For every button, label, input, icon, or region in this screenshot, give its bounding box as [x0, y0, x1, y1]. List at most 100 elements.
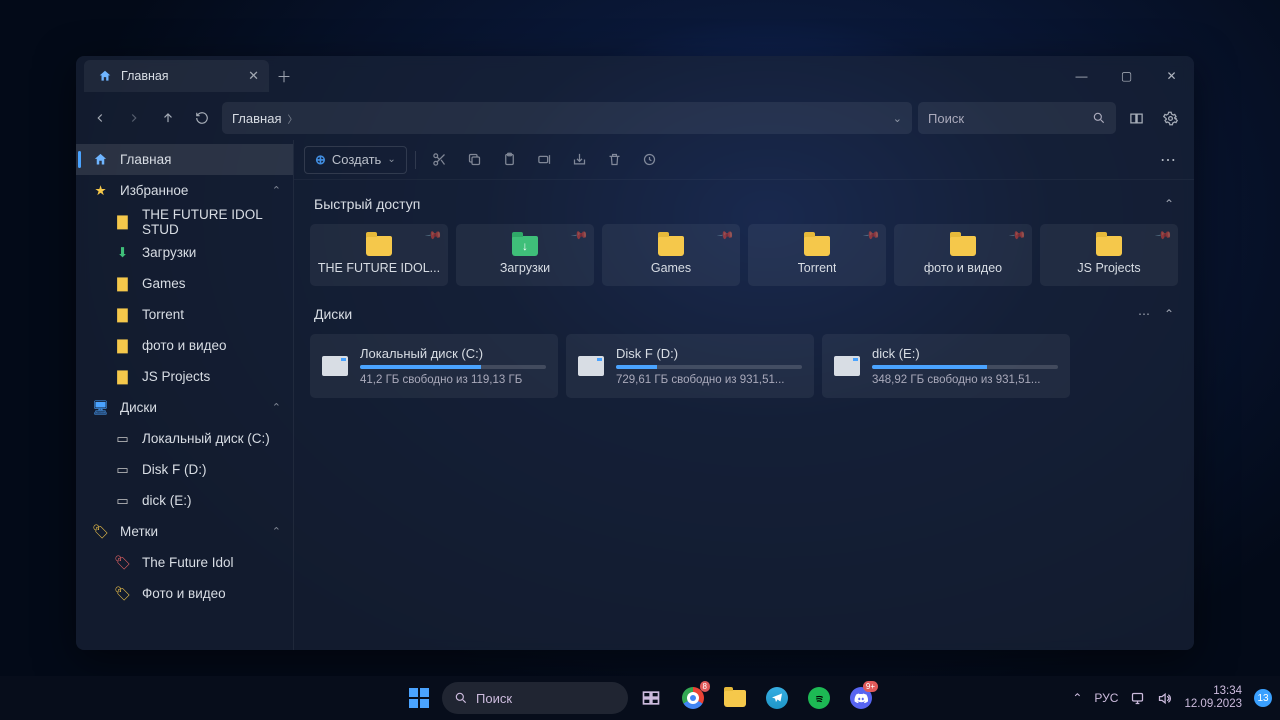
create-label: Создать [332, 152, 381, 167]
properties-button[interactable] [634, 146, 665, 174]
sidebar-label: Локальный диск (C:) [142, 431, 270, 446]
tab-home[interactable]: Главная ✕ [84, 60, 269, 92]
drive-icon [834, 356, 860, 376]
cut-button[interactable] [424, 146, 455, 174]
task-view-button[interactable] [632, 679, 670, 717]
new-tab-button[interactable]: ＋ [269, 66, 299, 87]
start-button[interactable] [400, 679, 438, 717]
quick-access-item[interactable]: 📌Games [602, 224, 740, 286]
forward-button[interactable] [120, 104, 148, 132]
sidebar-label: Disk F (D:) [142, 462, 207, 477]
sidebar-disk-item[interactable]: ▭Локальный диск (C:) [76, 423, 293, 454]
up-button[interactable] [154, 104, 182, 132]
item-label: фото и видео [924, 261, 1002, 275]
collapse-icon[interactable]: ⌃ [1164, 307, 1174, 321]
drive-item[interactable]: Disk F (D:) 729,61 ГБ свободно из 931,51… [566, 334, 814, 398]
sidebar-fav-item[interactable]: ▇Torrent [76, 299, 293, 330]
windows-logo-icon [409, 688, 429, 708]
search-input[interactable]: Поиск [918, 102, 1116, 134]
quick-access-item[interactable]: 📌 Загрузки [456, 224, 594, 286]
drive-item[interactable]: Локальный диск (C:) 41,2 ГБ свободно из … [310, 334, 558, 398]
drive-item[interactable]: dick (E:) 348,92 ГБ свободно из 931,51..… [822, 334, 1070, 398]
language-indicator[interactable]: РУС [1094, 691, 1118, 705]
more-button[interactable]: ⋯ [1154, 150, 1184, 170]
taskbar-app-telegram[interactable] [758, 679, 796, 717]
split-view-button[interactable] [1122, 104, 1150, 132]
sidebar-favorites[interactable]: ★ Избранное ⌃ [76, 175, 293, 206]
sidebar-tags[interactable]: 🏷 Метки ⌃ [76, 516, 293, 547]
back-button[interactable] [86, 104, 114, 132]
section-title: Быстрый доступ [314, 196, 420, 212]
file-explorer-window: Главная ✕ ＋ ― ▢ ✕ Главная 〉 [76, 56, 1194, 650]
volume-icon[interactable] [1157, 691, 1172, 706]
chevron-up-icon[interactable]: ⌃ [272, 401, 281, 414]
folder-icon [366, 236, 392, 256]
item-label: Загрузки [500, 261, 550, 275]
taskbar-app-chrome[interactable]: 8 [674, 679, 712, 717]
quick-access-item[interactable]: 📌JS Projects [1040, 224, 1178, 286]
folder-icon [724, 690, 746, 707]
copy-button[interactable] [459, 146, 490, 174]
drives-row: Локальный диск (C:) 41,2 ГБ свободно из … [310, 334, 1178, 398]
rename-button[interactable] [529, 146, 560, 174]
tray-overflow-icon[interactable]: ⌃ [1072, 691, 1082, 705]
delete-button[interactable] [599, 146, 630, 174]
sidebar-label: Загрузки [142, 245, 196, 260]
tag-icon: 🏷 [114, 585, 131, 602]
app-badge: 9+ [863, 681, 878, 692]
collapse-icon[interactable]: ⌃ [1164, 197, 1174, 211]
taskbar-app-explorer[interactable] [716, 679, 754, 717]
sidebar-fav-item[interactable]: ▇ фото и видео [76, 330, 293, 361]
address-dropdown-icon[interactable]: ⌄ [893, 112, 902, 125]
network-icon[interactable] [1130, 691, 1145, 706]
item-label: JS Projects [1077, 261, 1140, 275]
sidebar-fav-item[interactable]: ⬇Загрузки [76, 237, 293, 268]
share-button[interactable] [564, 146, 595, 174]
sidebar-fav-item[interactable]: ▇JS Projects [76, 361, 293, 392]
drive-usage-bar [616, 365, 802, 369]
sidebar-disk-item[interactable]: ▭dick (E:) [76, 485, 293, 516]
sidebar-label: Диски [120, 400, 157, 415]
quick-access-item[interactable]: 📌Torrent [748, 224, 886, 286]
taskbar-app-spotify[interactable] [800, 679, 838, 717]
paste-button[interactable] [494, 146, 525, 174]
tag-icon: 🏷 [92, 523, 109, 540]
sidebar-tag-item[interactable]: 🏷The Future Idol [76, 547, 293, 578]
sidebar-label: The Future Idol [142, 555, 234, 570]
maximize-button[interactable]: ▢ [1104, 56, 1149, 96]
taskbar-app-discord[interactable]: 9+ [842, 679, 880, 717]
sidebar-disks[interactable]: 🖥 Диски ⌃ [76, 392, 293, 423]
close-button[interactable]: ✕ [1149, 56, 1194, 96]
sidebar-fav-item[interactable]: ▇THE FUTURE IDOL STUD [76, 206, 293, 237]
chevron-up-icon[interactable]: ⌃ [272, 525, 281, 538]
item-label: Games [651, 261, 691, 275]
taskbar-search[interactable]: Поиск [442, 682, 628, 714]
item-label: Torrent [798, 261, 837, 275]
search-icon [1092, 111, 1106, 125]
notifications-button[interactable]: 13 [1254, 689, 1272, 707]
sidebar-fav-item[interactable]: ▇Games [76, 268, 293, 299]
address-bar[interactable]: Главная 〉 ⌄ [222, 102, 912, 134]
sidebar-tag-item[interactable]: 🏷Фото и видео [76, 578, 293, 609]
section-more-icon[interactable]: ⋯ [1138, 307, 1150, 321]
folder-icon: ▇ [114, 337, 131, 354]
tab-close-icon[interactable]: ✕ [248, 68, 259, 84]
quick-access-item[interactable]: 📌THE FUTURE IDOL... [310, 224, 448, 286]
minimize-button[interactable]: ― [1059, 56, 1104, 96]
clock[interactable]: 13:34 12.09.2023 [1184, 685, 1242, 711]
quick-access-item[interactable]: 📌фото и видео [894, 224, 1032, 286]
sidebar-label: фото и видео [142, 338, 227, 353]
settings-button[interactable] [1156, 104, 1184, 132]
create-button[interactable]: ⊕ Создать ⌄ [304, 146, 407, 174]
pin-icon: 📌 [571, 226, 590, 245]
sidebar-label: JS Projects [142, 369, 210, 384]
sidebar-label: Избранное [120, 183, 188, 198]
section-title: Диски [314, 306, 352, 322]
chevron-up-icon[interactable]: ⌃ [272, 184, 281, 197]
content-scroll[interactable]: Быстрый доступ ⌃ 📌THE FUTURE IDOL... 📌 За… [294, 180, 1194, 650]
sidebar-disk-item[interactable]: ▭Disk F (D:) [76, 454, 293, 485]
refresh-button[interactable] [188, 104, 216, 132]
sidebar-home[interactable]: Главная [76, 144, 293, 175]
taskbar: Поиск 8 9+ ⌃ РУС 13:34 12.09.2023 13 [0, 676, 1280, 720]
monitor-icon: 🖥 [92, 399, 109, 416]
